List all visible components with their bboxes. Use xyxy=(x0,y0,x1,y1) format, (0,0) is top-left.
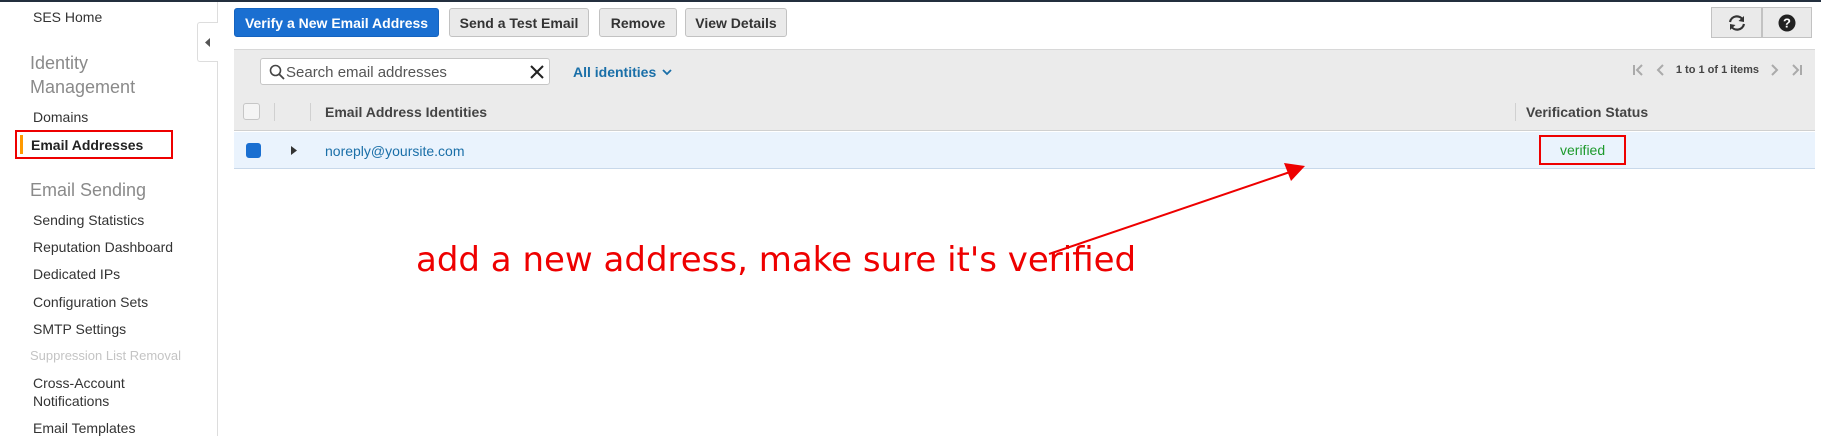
annotation-text: add a new address, make sure it's verifi… xyxy=(416,240,1137,280)
annotation-arrow xyxy=(1048,163,1305,255)
